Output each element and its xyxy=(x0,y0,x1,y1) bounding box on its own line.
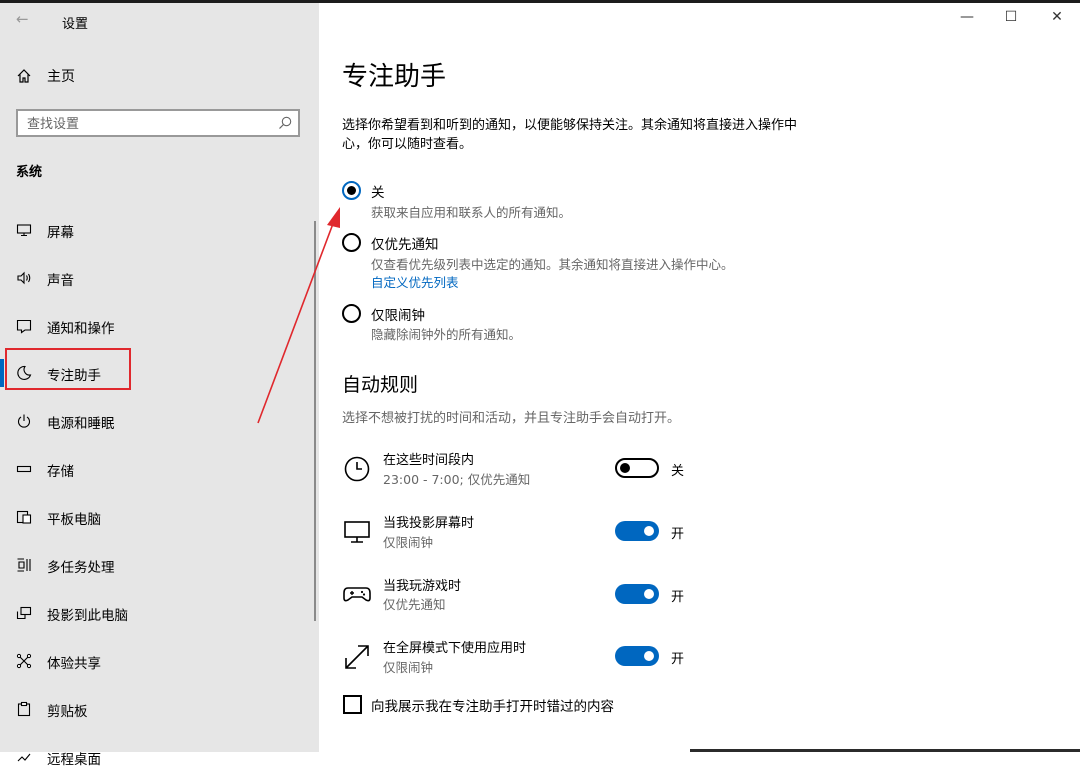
sidebar-item-label: 存储 xyxy=(47,464,74,480)
radio-off[interactable] xyxy=(342,181,361,200)
maximize-button[interactable]: ☐ xyxy=(999,7,1023,27)
close-button[interactable]: ✕ xyxy=(1045,7,1069,27)
auto-rules-title: 自动规则 xyxy=(342,374,419,396)
rule-projecting-toggle[interactable] xyxy=(615,521,659,541)
sidebar-item[interactable]: 电源和睡眠 xyxy=(0,401,319,441)
sidebar-item-label: 声音 xyxy=(47,273,74,289)
radio-alarms-only-desc: 隐藏除闹钟外的所有通知。 xyxy=(371,327,522,342)
rule-projecting-desc: 仅限闹钟 xyxy=(383,535,434,550)
rule-gaming-desc: 仅优先通知 xyxy=(383,597,446,612)
active-indicator xyxy=(0,359,4,387)
message-icon xyxy=(16,319,32,334)
minimize-button[interactable]: — xyxy=(955,7,979,27)
search-box[interactable] xyxy=(16,109,300,137)
sidebar-item[interactable]: 多任务处理 xyxy=(0,545,319,585)
sidebar-item-label: 剪贴板 xyxy=(47,704,88,720)
rule-projecting-title[interactable]: 当我投影屏幕时 xyxy=(383,512,474,531)
gamepad-icon xyxy=(343,587,371,602)
sidebar-item-label: 体验共享 xyxy=(47,656,101,672)
sidebar-item-label: 多任务处理 xyxy=(47,560,115,576)
radio-off-desc: 获取来自应用和联系人的所有通知。 xyxy=(371,205,572,220)
rule-during-times-state: 关 xyxy=(671,464,685,479)
window-title: 设置 xyxy=(62,17,89,32)
sidebar-item-label: 屏幕 xyxy=(47,225,74,241)
rule-during-times-toggle[interactable] xyxy=(615,458,659,478)
monitor-icon xyxy=(16,224,32,237)
rule-fullscreen-toggle[interactable] xyxy=(615,646,659,666)
home-label: 主页 xyxy=(47,69,75,85)
search-input[interactable] xyxy=(27,115,267,133)
auto-rules-desc: 选择不想被打扰的时间和活动，并且专注助手会自动打开。 xyxy=(342,411,681,426)
display-icon xyxy=(344,521,370,543)
rule-gaming-state: 开 xyxy=(671,590,685,605)
section-title: 系统 xyxy=(16,165,43,180)
speaker-icon xyxy=(17,271,31,285)
scrollbar[interactable] xyxy=(314,221,316,621)
home-link[interactable]: 主页 xyxy=(16,66,75,86)
rule-gaming-title[interactable]: 当我玩游戏时 xyxy=(383,575,461,594)
sidebar-item[interactable]: 存储 xyxy=(0,449,319,489)
power-icon xyxy=(17,414,31,428)
sidebar-item-label: 电源和睡眠 xyxy=(47,416,115,432)
sidebar-item[interactable]: 声音 xyxy=(0,258,319,298)
show-missed-checkbox[interactable] xyxy=(343,695,362,714)
sidebar-item[interactable]: 剪贴板 xyxy=(0,689,319,729)
sidebar-item[interactable]: 体验共享 xyxy=(0,641,319,681)
rule-fullscreen-state: 开 xyxy=(671,652,685,667)
radio-priority-only-desc: 仅查看优先级列表中选定的通知。其余通知将直接进入操作中心。 xyxy=(371,257,734,272)
fullscreen-icon xyxy=(345,645,369,669)
multitask-icon xyxy=(17,558,31,572)
customize-priority-list-link[interactable]: 自定义优先列表 xyxy=(371,272,459,291)
rule-projecting-state: 开 xyxy=(671,527,685,542)
sidebar-item-label: 平板电脑 xyxy=(47,512,101,528)
sidebar-item[interactable]: 投影到此电脑 xyxy=(0,593,319,633)
project-icon xyxy=(16,606,32,620)
radio-off-label[interactable]: 关 xyxy=(371,181,385,201)
clock-icon xyxy=(344,456,370,482)
sidebar-item-label: 远程桌面 xyxy=(47,752,101,768)
search-icon[interactable] xyxy=(278,116,292,130)
tablet-icon xyxy=(16,510,32,524)
annotation-highlight-box xyxy=(5,348,131,390)
rule-fullscreen-title[interactable]: 在全屏模式下使用应用时 xyxy=(383,637,526,656)
sidebar-item[interactable]: 平板电脑 xyxy=(0,497,319,537)
page-title: 专注助手 xyxy=(342,62,447,92)
sidebar-item-label: 通知和操作 xyxy=(47,321,115,337)
rule-gaming-toggle[interactable] xyxy=(615,584,659,604)
rule-during-times-desc: 23:00 - 7:00; 仅优先通知 xyxy=(383,472,531,487)
storage-icon xyxy=(16,465,32,473)
sidebar-item-label: 投影到此电脑 xyxy=(47,608,128,624)
sidebar-item[interactable]: 通知和操作 xyxy=(0,306,319,346)
show-missed-label[interactable]: 向我展示我在专注助手打开时错过的内容 xyxy=(371,695,614,715)
sidebar: ← 设置 主页 系统 屏幕声音通知和操作专注助手电源和睡眠存储平板电脑多任务处理… xyxy=(0,3,319,768)
rule-fullscreen-desc: 仅限闹钟 xyxy=(383,660,434,675)
back-arrow-icon[interactable]: ← xyxy=(16,10,29,28)
share-icon xyxy=(16,653,32,669)
sidebar-item[interactable]: 屏幕 xyxy=(0,210,319,250)
clipboard-icon xyxy=(17,701,31,717)
sidebar-item[interactable]: 远程桌面 xyxy=(0,737,319,777)
remote-icon xyxy=(17,753,31,762)
page-description: 选择你希望看到和听到的通知，以便能够保持关注。其余通知将直接进入操作中心，你可以… xyxy=(342,118,798,152)
radio-priority-only-label[interactable]: 仅优先通知 xyxy=(371,233,439,253)
home-icon xyxy=(17,69,31,83)
radio-alarms-only-label[interactable]: 仅限闹钟 xyxy=(371,304,425,324)
radio-alarms-only[interactable] xyxy=(342,304,361,323)
rule-during-times-title[interactable]: 在这些时间段内 xyxy=(383,449,474,468)
radio-priority-only[interactable] xyxy=(342,233,361,252)
